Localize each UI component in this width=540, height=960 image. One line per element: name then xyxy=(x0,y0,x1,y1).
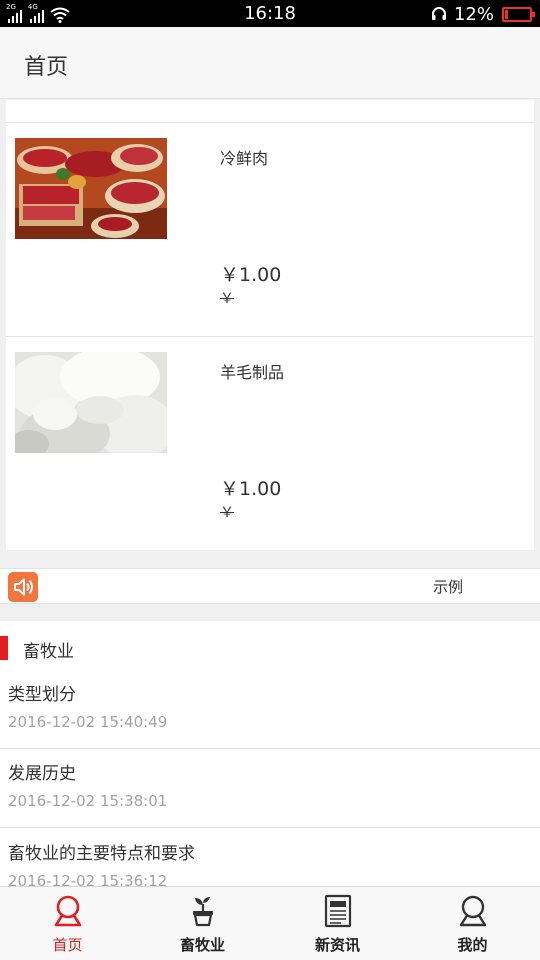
tab-label: 我的 xyxy=(457,936,488,954)
section-accent-bar xyxy=(0,636,8,660)
raw-meat-photo[interactable] xyxy=(15,138,167,239)
news-time: 2016-12-02 15:36:12 xyxy=(8,872,168,886)
tab-label: 首页 xyxy=(52,936,83,954)
news-item[interactable]: 畜牧业的主要特点和要求 2016-12-02 15:36:12 xyxy=(0,828,540,886)
news-title: 类型划分 xyxy=(8,685,76,705)
product-item[interactable]: 冷鲜肉 ￥1.00 ￥ xyxy=(6,123,534,337)
product-name: 冷鲜肉 xyxy=(220,149,269,168)
tab-label: 新资讯 xyxy=(314,936,360,954)
plant-pot-icon xyxy=(192,897,213,927)
speaker-icon xyxy=(8,572,38,602)
news-item[interactable]: 类型划分 2016-12-02 15:40:49 xyxy=(0,669,540,749)
section-header: 畜牧业 xyxy=(0,621,540,673)
news-title: 畜牧业的主要特点和要求 xyxy=(8,844,195,864)
headset-icon xyxy=(431,7,446,20)
user-icon xyxy=(459,895,486,927)
news-time: 2016-12-02 15:38:01 xyxy=(8,792,168,810)
product-price: ￥1.00 xyxy=(220,264,282,286)
notice-text[interactable]: 示例 xyxy=(433,576,463,597)
news-title: 发展历史 xyxy=(8,764,76,784)
news-time: 2016-12-02 15:40:49 xyxy=(8,713,168,731)
home-person-icon xyxy=(54,895,81,927)
tab-home[interactable]: 首页 xyxy=(0,887,135,960)
tab-mine[interactable]: 我的 xyxy=(405,887,540,960)
newspaper-icon xyxy=(324,894,351,928)
wool-photo[interactable] xyxy=(15,352,167,453)
tab-label: 畜牧业 xyxy=(179,936,225,954)
battery-percent: 12% xyxy=(453,3,494,25)
section-title: 畜牧业 xyxy=(23,642,74,662)
product-item[interactable]: 羊毛制品 ￥1.00 ￥ xyxy=(6,337,534,551)
page-title: 首页 xyxy=(24,55,69,80)
news-item[interactable]: 发展历史 2016-12-02 15:38:01 xyxy=(0,748,540,828)
product-list[interactable]: 冷鲜肉 ￥1.00 ￥ 羊毛制品 ￥1.00 ￥ xyxy=(6,100,534,550)
tab-livestock[interactable]: 畜牧业 xyxy=(135,887,270,960)
tab-news[interactable]: 新资讯 xyxy=(270,887,405,960)
battery-level xyxy=(505,9,508,19)
product-name: 羊毛制品 xyxy=(220,363,285,382)
status-right: 12% xyxy=(430,3,535,25)
product-original-price: ￥ xyxy=(220,291,234,307)
product-original-price: ￥ xyxy=(220,505,234,521)
tab-bar: 首页 畜牧业 新资讯 我的 xyxy=(0,886,540,960)
title-bar: 首页 xyxy=(0,27,540,99)
notice-bar[interactable]: 示例 xyxy=(0,568,540,604)
battery-icon xyxy=(502,6,535,22)
news-section: 畜牧业 类型划分 2016-12-02 15:40:49 发展历史 2016-1… xyxy=(0,621,540,886)
product-price: ￥1.00 xyxy=(220,478,282,500)
status-bar: 2G 4G 16:18 12% xyxy=(0,0,540,27)
